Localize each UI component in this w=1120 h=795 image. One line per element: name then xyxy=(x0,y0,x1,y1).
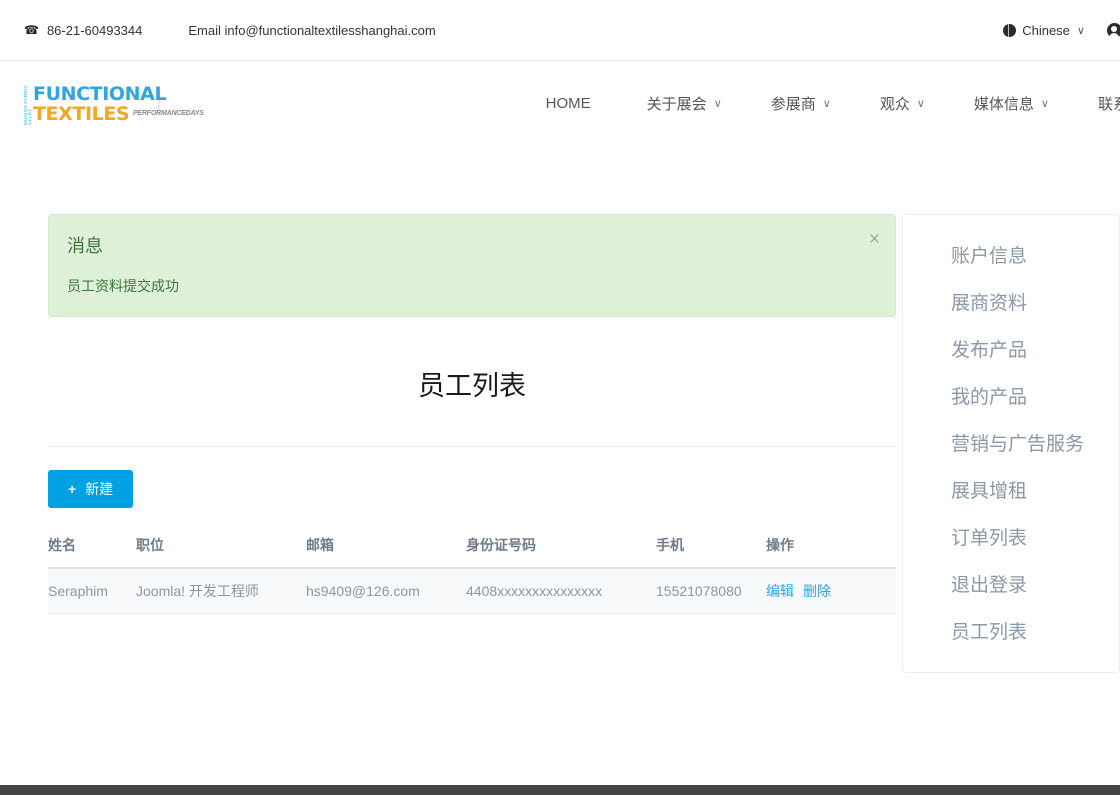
delete-link[interactable]: 删除 xyxy=(803,583,831,599)
table-body: Seraphim Joomla! 开发工程师 hs9409@126.com 44… xyxy=(48,568,896,614)
sidebar-item-employee-list[interactable]: 员工列表 xyxy=(903,607,1119,654)
edit-link[interactable]: 编辑 xyxy=(766,583,794,599)
chevron-down-icon: ∨ xyxy=(1076,25,1085,37)
sidebar-item-account-info[interactable]: 账户信息 xyxy=(903,231,1119,278)
account-sidebar: 账户信息 展商资料 发布产品 我的产品 营销与广告服务 展具增租 订单列表 退出… xyxy=(902,214,1120,673)
new-employee-button[interactable]: + 新建 xyxy=(48,470,134,508)
nav-label: 参展商 xyxy=(770,96,816,113)
alert-message: 员工资料提交成功 xyxy=(67,278,179,294)
user-account-menu[interactable]: 我 xyxy=(1106,21,1120,40)
nav-item-visitors[interactable]: 观众 ∨ xyxy=(880,93,925,114)
column-header-phone: 手机 xyxy=(656,535,766,569)
table-header-row: 姓名 职位 邮箱 身份证号码 手机 操作 xyxy=(48,535,896,569)
email-contact: Email info@functionaltextilesshanghai.co… xyxy=(188,22,436,38)
new-employee-label: 新建 xyxy=(85,481,114,497)
main-column: × 消息 员工资料提交成功 员工列表 + 新建 姓名 职位 邮箱 身份证号码 手… xyxy=(48,214,896,614)
column-header-id: 身份证号码 xyxy=(466,535,656,569)
chevron-down-icon: ∨ xyxy=(713,98,722,110)
alert-title: 消息 xyxy=(67,236,103,256)
logo-line-functional: FUNCTIONAL xyxy=(33,82,167,105)
column-header-position: 职位 xyxy=(136,535,306,569)
nav-item-about[interactable]: 关于展会 ∨ xyxy=(647,93,722,114)
sidebar-item-order-list[interactable]: 订单列表 xyxy=(903,513,1119,560)
table-row: Seraphim Joomla! 开发工程师 hs9409@126.com 44… xyxy=(48,568,896,614)
content-container: × 消息 员工资料提交成功 员工列表 + 新建 姓名 职位 邮箱 身份证号码 手… xyxy=(24,214,1120,673)
nav-label: 联系我 xyxy=(1097,96,1120,113)
language-label: Chinese xyxy=(1022,23,1070,38)
topbar-left-group: ☎ 86-21-60493344 Email info@functionalte… xyxy=(24,23,436,38)
page-title: 员工列表 xyxy=(418,371,526,402)
logo-tagline: PERFORMANCEDAYS xyxy=(133,109,204,117)
nav-item-home[interactable]: HOME xyxy=(546,95,598,112)
cell-position: Joomla! 开发工程师 xyxy=(136,568,306,614)
column-header-actions: 操作 xyxy=(766,535,896,569)
main-navigation: HOME 关于展会 ∨ 参展商 ∨ 观众 ∨ 媒体信息 ∨ 联系我 xyxy=(546,61,1120,146)
chevron-down-icon: ∨ xyxy=(916,98,925,110)
logo-line-textiles: TEXTILES xyxy=(33,102,130,125)
chevron-down-icon: ∨ xyxy=(822,98,831,110)
column-header-name: 姓名 xyxy=(48,535,136,569)
nav-label: 关于展会 xyxy=(646,96,707,113)
sidebar-item-exhibitor-profile[interactable]: 展商资料 xyxy=(903,278,1119,325)
sidebar-item-publish-product[interactable]: 发布产品 xyxy=(903,325,1119,372)
table-header: 姓名 职位 邮箱 身份证号码 手机 操作 xyxy=(48,535,896,569)
chevron-down-icon: ∨ xyxy=(1040,98,1049,110)
employee-table: 姓名 职位 邮箱 身份证号码 手机 操作 Seraphim Joomla! 开发… xyxy=(48,535,896,614)
title-divider xyxy=(48,446,896,447)
sidebar-item-marketing-ads[interactable]: 营销与广告服务 xyxy=(903,419,1119,466)
nav-label: 媒体信息 xyxy=(973,96,1034,113)
site-logo[interactable]: MUNICH FABRIC START FUNCTIONAL TEXTILES … xyxy=(23,82,204,129)
cell-name: Seraphim xyxy=(48,568,136,614)
phone-number: 86-21-60493344 xyxy=(46,22,143,38)
nav-item-media[interactable]: 媒体信息 ∨ xyxy=(974,93,1049,114)
close-icon[interactable]: × xyxy=(869,230,880,249)
cell-phone: 15521078080 xyxy=(656,568,766,614)
top-contact-bar: ☎ 86-21-60493344 Email info@functionalte… xyxy=(0,0,1120,61)
sidebar-item-my-products[interactable]: 我的产品 xyxy=(903,372,1119,419)
cell-id: 4408xxxxxxxxxxxxxxx xyxy=(466,568,656,614)
nav-item-contact[interactable]: 联系我 xyxy=(1098,93,1120,114)
user-avatar-icon xyxy=(1106,23,1120,39)
main-header: MUNICH FABRIC START FUNCTIONAL TEXTILES … xyxy=(0,61,1120,146)
cell-email: hs9409@126.com xyxy=(306,568,466,614)
phone-contact: ☎ 86-21-60493344 xyxy=(24,23,142,38)
phone-icon: ☎ xyxy=(24,23,39,37)
nav-item-exhibitors[interactable]: 参展商 ∨ xyxy=(771,93,831,114)
footer-bar xyxy=(0,785,1120,795)
plus-icon: + xyxy=(68,481,77,497)
globe-icon xyxy=(1003,24,1017,37)
nav-label: 观众 xyxy=(879,96,910,113)
page-content: × 消息 员工资料提交成功 员工列表 + 新建 姓名 职位 邮箱 身份证号码 手… xyxy=(0,146,1120,673)
logo-side-text: MUNICH FABRIC START xyxy=(23,84,33,125)
sidebar-item-logout[interactable]: 退出登录 xyxy=(903,560,1119,607)
cell-actions: 编辑 删除 xyxy=(766,568,896,614)
language-selector[interactable]: Chinese ∨ xyxy=(1003,23,1085,38)
success-alert: × 消息 员工资料提交成功 xyxy=(48,214,896,317)
sidebar-item-booth-rental[interactable]: 展具增租 xyxy=(903,466,1119,513)
nav-label: HOME xyxy=(545,95,591,112)
topbar-right-group: Chinese ∨ 我 xyxy=(1003,0,1120,61)
column-header-email: 邮箱 xyxy=(306,535,466,569)
